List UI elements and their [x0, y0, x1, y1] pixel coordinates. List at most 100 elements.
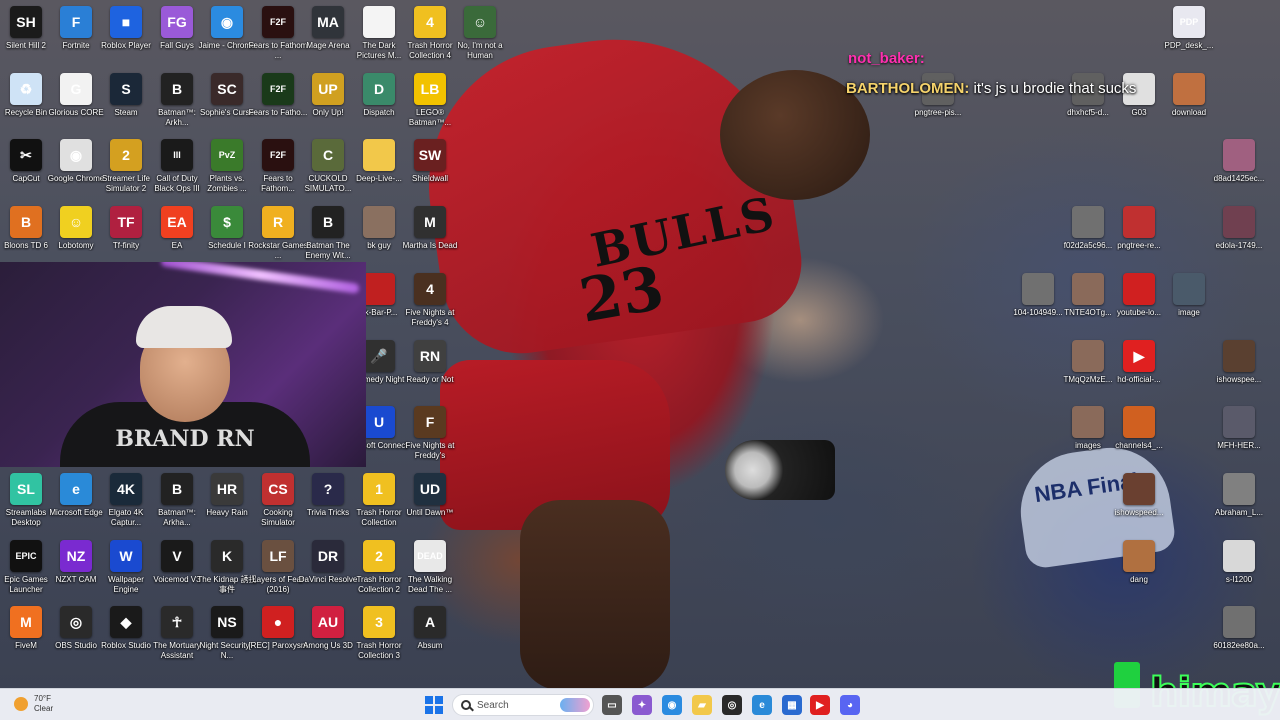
desktop-icon-the-kidnap[interactable]: K The Kidnap 誘拐事件	[197, 538, 257, 604]
desktop-icon-nzxt-cam[interactable]: NZ NZXT CAM	[50, 538, 102, 604]
desktop-icon-f02d2[interactable]: f02d2a5c96...	[1062, 204, 1114, 270]
desktop-icon-tf-infinity[interactable]: TF Tf-finity	[100, 204, 152, 270]
taskbar-search-box[interactable]: Search	[452, 694, 594, 716]
desktop-icon-abraham[interactable]: Abraham_L...	[1213, 471, 1265, 537]
desktop-icon-ea[interactable]: EA EA	[151, 204, 203, 270]
desktop-icon-fears-to-fathom-1[interactable]: F2F Fears to Fathom ...	[249, 4, 307, 70]
desktop-icon-cooking-simulator[interactable]: CS Cooking Simulator	[252, 471, 304, 537]
desktop-icon-batman-arkham-2[interactable]: B Batman™: Arkha...	[151, 471, 203, 537]
desktop-icon-fivem[interactable]: M FiveM	[0, 604, 52, 670]
desktop-icon-not-a-human[interactable]: ☺ No, I'm not a Human	[454, 4, 506, 70]
desktop-icon-bk-guy[interactable]: bk guy	[353, 204, 405, 270]
desktop-icon-tmqzm[interactable]: TMqQzMzE...	[1062, 338, 1114, 404]
desktop-icon-wallpaper-engine[interactable]: W Wallpaper Engine	[100, 538, 152, 604]
desktop-icon-absum[interactable]: A Absum	[404, 604, 456, 670]
desktop-icon-recycle-bin[interactable]: ♻ Recycle Bin	[0, 71, 52, 137]
taskbar-app-task-view[interactable]: ▭	[602, 695, 622, 715]
desktop-icon-youtube-lo[interactable]: youtube-lo...	[1113, 271, 1165, 337]
start-button[interactable]	[425, 696, 443, 714]
desktop-icon-google-chrome[interactable]: ◉ Google Chrome	[48, 137, 104, 203]
desktop-icon-night-security[interactable]: NS Night Security -N...	[200, 604, 254, 670]
desktop-icon-capcut[interactable]: ✂ CapCut	[0, 137, 52, 203]
desktop-icon-trash-horror-3[interactable]: 3 Trash Horror Collection 3	[353, 604, 405, 670]
desktop-icon-until-dawn[interactable]: UD Until Dawn™	[404, 471, 456, 537]
desktop-icon-mage-arena[interactable]: MA Mage Arena	[302, 4, 354, 70]
desktop-icon-fears-to-fathom-2[interactable]: F2F Fears to Fatho...	[249, 71, 307, 137]
desktop-icon-mfh-her[interactable]: MFH-HER...	[1213, 404, 1265, 470]
desktop-icon-streamer-life-2[interactable]: 2 Streamer Life Simulator 2	[100, 137, 152, 203]
desktop-icon-rec-paroxysm[interactable]: ● [REC] Paroxysm	[248, 604, 308, 670]
desktop-icon-deep-live[interactable]: Deep-Live-...	[353, 137, 405, 203]
desktop-icon-martha-is-dead[interactable]: M Martha Is Dead	[403, 204, 457, 270]
taskbar-app-obs[interactable]: ◎	[722, 695, 742, 715]
desktop-icon-microsoft-edge[interactable]: e Microsoft Edge	[49, 471, 103, 537]
desktop-icon-jaime-chrome[interactable]: ◉ Jaime - Chrome	[199, 4, 255, 70]
weather-widget[interactable]: 70°F Clear	[14, 694, 53, 714]
desktop-icon-hd-official[interactable]: ▶ hd-official-...	[1113, 338, 1165, 404]
desktop-icon-fnaf[interactable]: F Five Nights at Freddy's	[404, 404, 456, 470]
desktop-icon-epic-games[interactable]: EPIC Epic Games Launcher	[0, 538, 52, 604]
desktop-icon-only-up[interactable]: UP Only Up!	[302, 71, 354, 137]
desktop-icon-channels4[interactable]: channels4_...	[1113, 404, 1165, 470]
desktop-icon-ishowspeed[interactable]: ishowspeed...	[1113, 471, 1165, 537]
desktop-icon-cod-bo3[interactable]: III Call of Duty Black Ops III	[151, 137, 203, 203]
desktop-icon-fears-to-fathom-3[interactable]: F2F Fears to Fathom...	[252, 137, 304, 203]
desktop-icon-edola[interactable]: edola-1749...	[1213, 204, 1265, 270]
desktop-icon-rockstar-games[interactable]: R Rockstar Games ...	[248, 204, 308, 270]
desktop-icon-heavy-rain[interactable]: HR Heavy Rain	[201, 471, 253, 537]
desktop-icon-104[interactable]: 104-104949...	[1012, 271, 1064, 337]
taskbar-app-youtube[interactable]: ▶	[810, 695, 830, 715]
desktop-icon-lobotomy[interactable]: ☺ Lobotomy	[50, 204, 102, 270]
desktop-icon-dark-pictures[interactable]: The Dark Pictures M...	[353, 4, 405, 70]
taskbar-app-microsoft-store[interactable]: ▦	[782, 695, 802, 715]
desktop-icon-layers-of-fear[interactable]: LF Layers of Fear (2016)	[252, 538, 304, 604]
desktop-icon-shieldwall[interactable]: SW Shieldwall	[404, 137, 456, 203]
desktop-icon-pdp-desk[interactable]: PDP PDP_desk_...	[1163, 4, 1215, 70]
desktop-icon-tnte4[interactable]: TNTE4OTg...	[1062, 271, 1114, 337]
desktop-icon-images[interactable]: images	[1062, 404, 1114, 470]
desktop-icon-ready-or-not[interactable]: RN Ready or Not	[404, 338, 456, 404]
desktop-icon-sophies-curse[interactable]: SC Sophie's Curse	[200, 71, 254, 137]
taskbar-app-copilot[interactable]: ✦	[632, 695, 652, 715]
desktop-icon-ishowspee-1[interactable]: ishowspee...	[1213, 338, 1265, 404]
desktop-icon-trash-horror-1[interactable]: 1 Trash Horror Collection	[353, 471, 405, 537]
desktop-icon-dispatch[interactable]: D Dispatch	[353, 71, 405, 137]
desktop-icon-streamlabs[interactable]: SL Streamlabs Desktop	[0, 471, 52, 537]
desktop-icon-trivia-tricks[interactable]: ? Trivia Tricks	[302, 471, 354, 537]
desktop-icon-fall-guys[interactable]: FG Fall Guys	[151, 4, 203, 70]
desktop-icon-dang[interactable]: dang	[1113, 538, 1165, 604]
desktop-icon-elgato-4k[interactable]: 4K Elgato 4K Captur...	[100, 471, 152, 537]
desktop-icon-voicemod[interactable]: V Voicemod V3	[151, 538, 203, 604]
taskbar-app-edge[interactable]: e	[752, 695, 772, 715]
desktop-icon-schedule-1[interactable]: $ Schedule I	[201, 204, 253, 270]
taskbar-app-discord[interactable]: ◕	[840, 695, 860, 715]
desktop-icon-batman-enemy-within[interactable]: B Batman The Enemy Wit...	[302, 204, 354, 270]
desktop-icon-mortuary-assistant[interactable]: ☥ The Mortuary Assistant	[151, 604, 203, 670]
desktop-icon-trash-horror-2[interactable]: 2 Trash Horror Collection 2	[353, 538, 405, 604]
desktop-icon-cuckold-simulator[interactable]: C CUCKOLD SIMULATO...	[302, 137, 354, 203]
desktop-icon-image[interactable]: image	[1163, 271, 1215, 337]
taskbar-app-chrome[interactable]: ◉	[662, 695, 682, 715]
taskbar-app-file-explorer[interactable]: ▰	[692, 695, 712, 715]
desktop-icon-steam[interactable]: S Steam	[100, 71, 152, 137]
desktop-icon-roblox-studio[interactable]: ◆ Roblox Studio	[100, 604, 152, 670]
desktop-icon-among-us-3d[interactable]: AU Among Us 3D	[302, 604, 354, 670]
desktop-icon-fnaf-4[interactable]: 4 Five Nights at Freddy's 4	[404, 271, 456, 337]
desktop-icon-dad142[interactable]: d8ad1425ec...	[1213, 137, 1265, 203]
desktop-icon-s-l1200[interactable]: s-l1200	[1213, 538, 1265, 604]
desktop-icon-60182[interactable]: 60182ee80a...	[1213, 604, 1265, 670]
desktop-icon-plants-vs-zombies[interactable]: PvZ Plants vs. Zombies ...	[201, 137, 253, 203]
desktop-icon-fortnite[interactable]: F Fortnite	[50, 4, 102, 70]
desktop-icon-lego-batman[interactable]: LB LEGO® Batman™...	[404, 71, 456, 137]
desktop-icon-obs-studio[interactable]: ◎ OBS Studio	[50, 604, 102, 670]
desktop-icon-download[interactable]: download	[1163, 71, 1215, 137]
desktop-icon-silent-hill-2[interactable]: SH Silent Hill 2	[0, 4, 52, 70]
desktop-icon-bloons-td6[interactable]: B Bloons TD 6	[0, 204, 52, 270]
desktop-icon-glorious-core[interactable]: G Glorious CORE	[48, 71, 104, 137]
desktop-icon-roblox-player[interactable]: ■ Roblox Player	[100, 4, 152, 70]
desktop-icon-walking-dead[interactable]: DEAD The Walking Dead The ...	[404, 538, 456, 604]
desktop-icon-trash-horror-4[interactable]: 4 Trash Horror Collection 4	[404, 4, 456, 70]
desktop-icon-batman-arkham-1[interactable]: B Batman™: Arkh...	[151, 71, 203, 137]
desktop-icon-pngtree-2[interactable]: pngtree-re...	[1113, 204, 1165, 270]
desktop-icon-davinci-resolve[interactable]: DR DaVinci Resolve	[299, 538, 357, 604]
